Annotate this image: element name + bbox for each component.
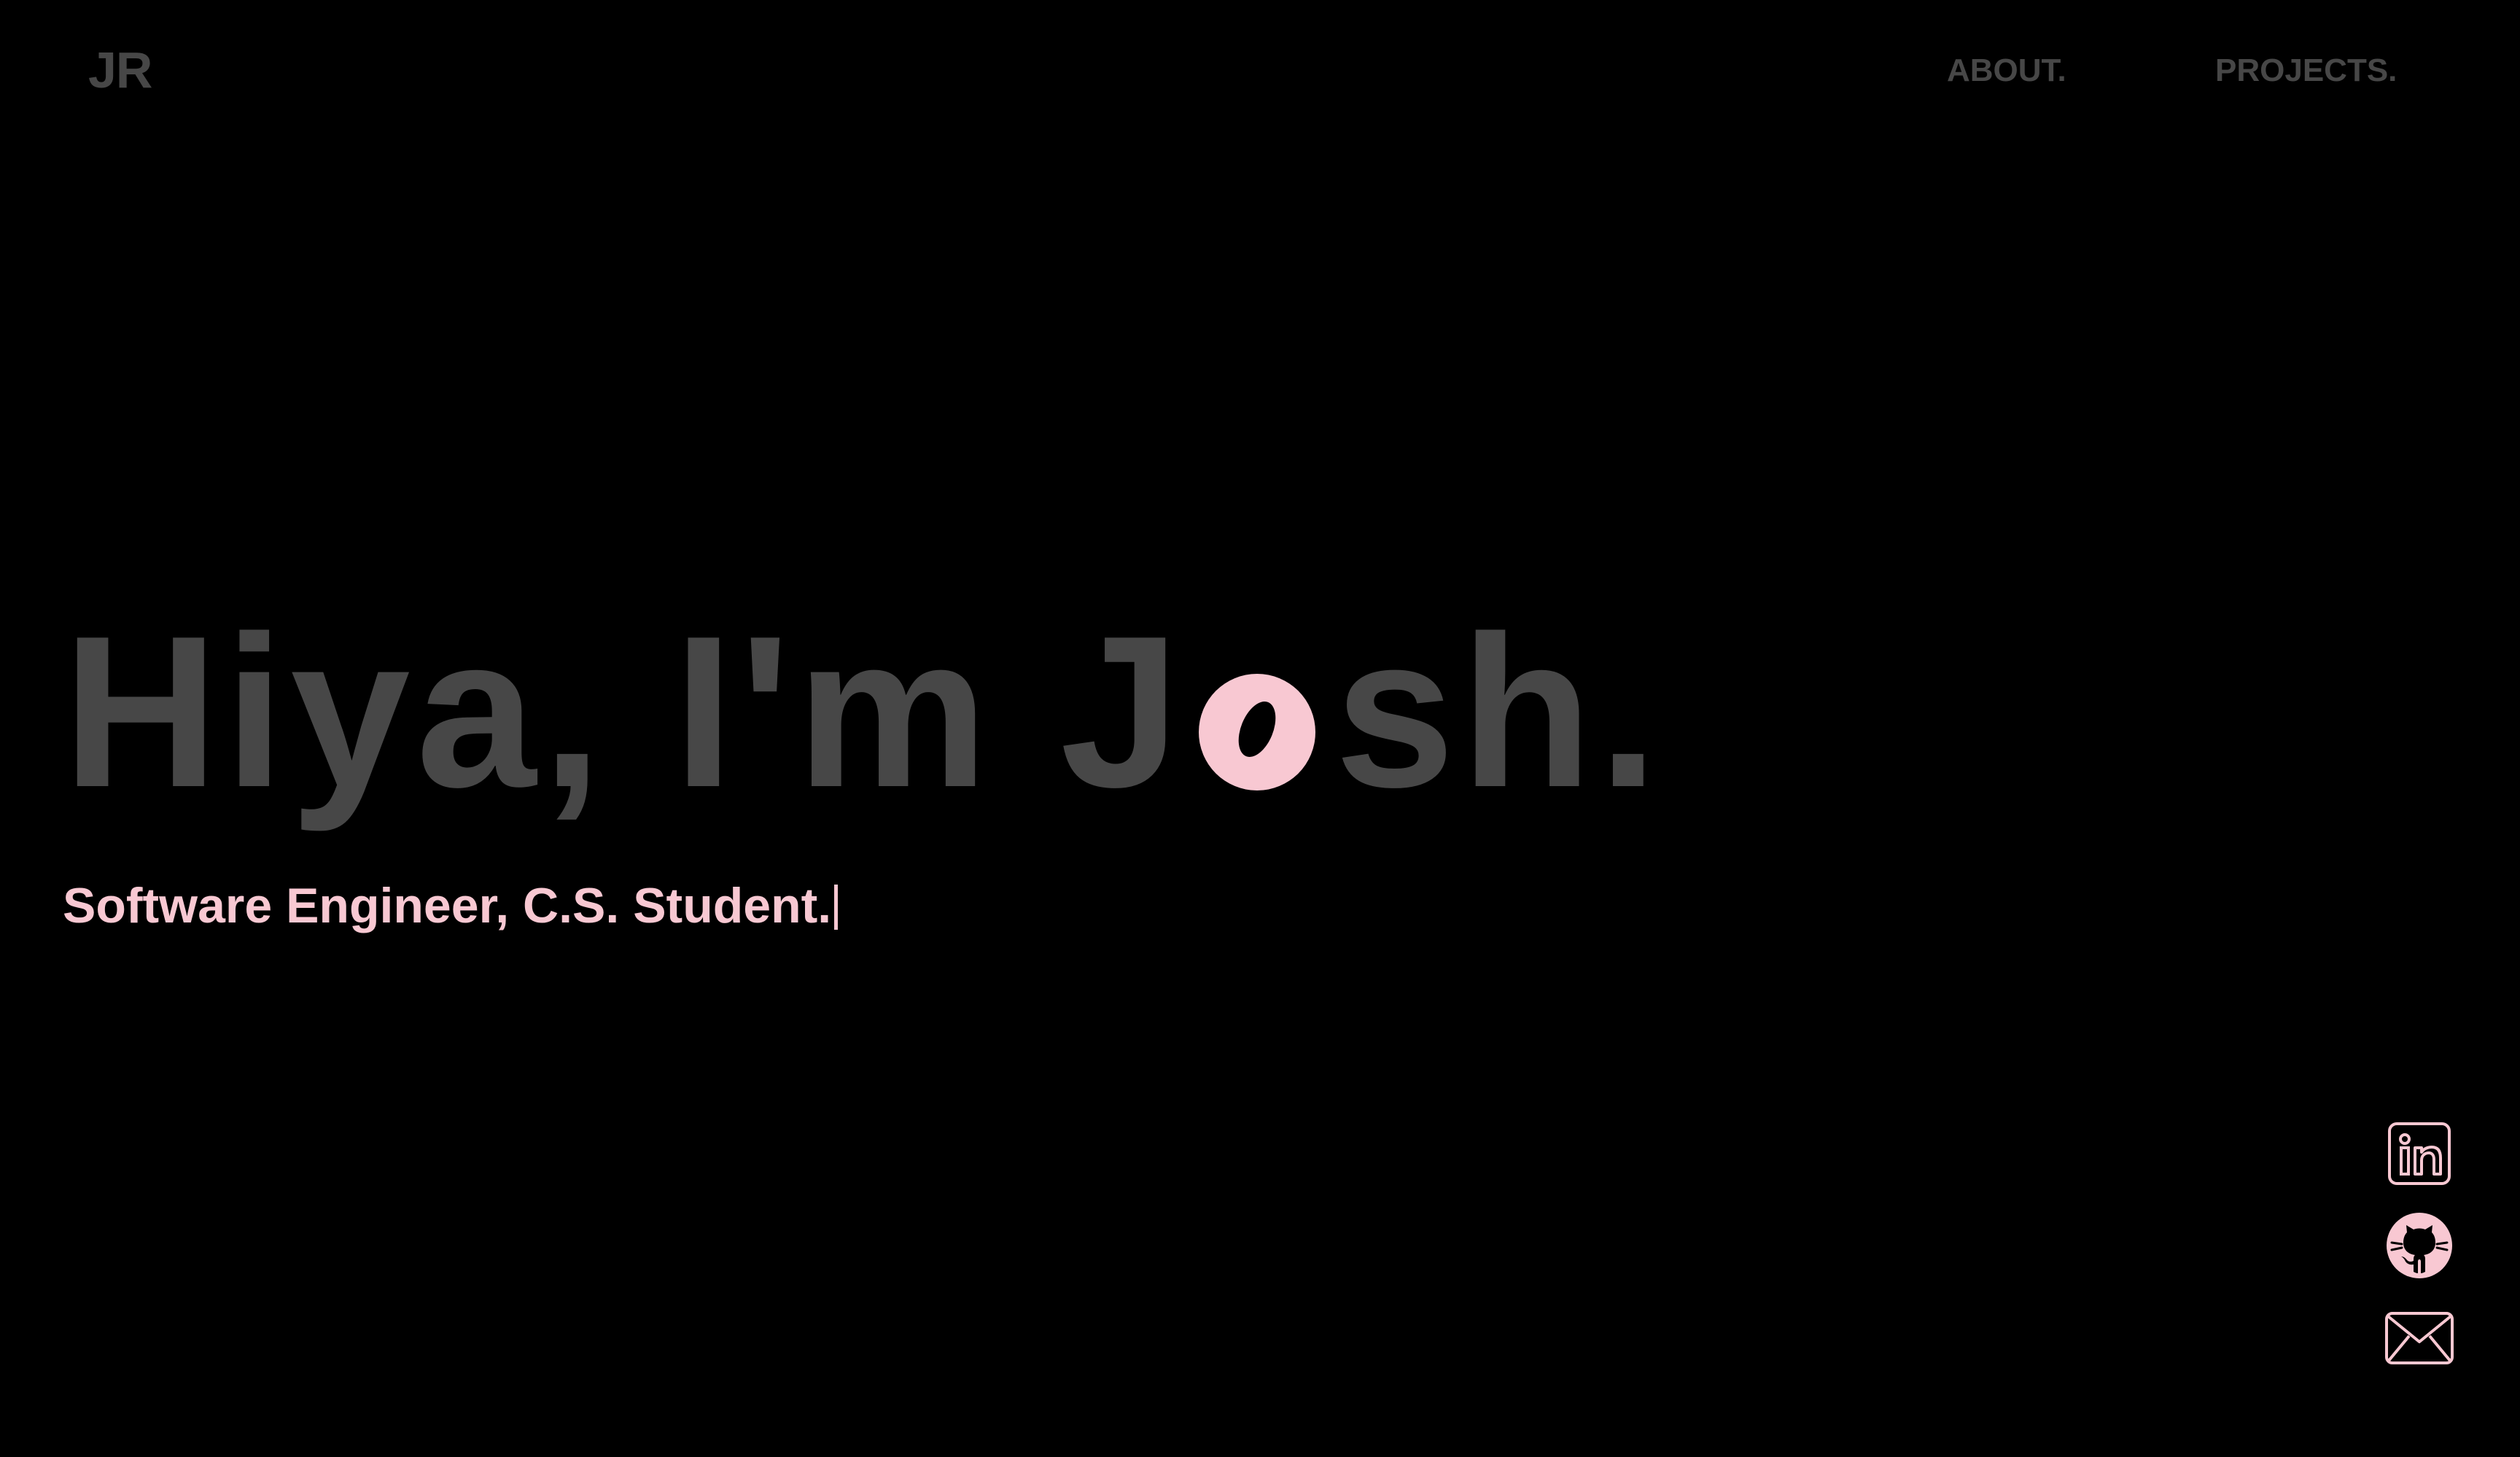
hero-subtitle: Software Engineer, C.S. Student. <box>63 877 839 934</box>
linkedin-link[interactable] <box>2384 1122 2454 1186</box>
github-icon <box>2387 1213 2452 1278</box>
linkedin-icon <box>2388 1122 2451 1185</box>
hero-title: Hiya, I'm J sh. <box>63 604 1664 820</box>
logo-home-link[interactable]: JR <box>88 41 152 99</box>
mail-icon <box>2385 1312 2454 1364</box>
email-link[interactable] <box>2384 1311 2454 1365</box>
github-link[interactable] <box>2384 1212 2454 1279</box>
hero-title-start: Hiya, I'm J <box>63 591 1186 832</box>
page: JR ABOUT. PROJECTS. Hiya, I'm J sh. Soft… <box>0 0 2520 1457</box>
nav-projects-link[interactable]: PROJECTS. <box>2215 53 2397 89</box>
typing-cursor <box>834 885 839 930</box>
nav-about-link[interactable]: ABOUT. <box>1947 53 2066 89</box>
subtitle-text: Software Engineer, C.S. Student. <box>63 878 832 933</box>
pink-o-blob-icon <box>1197 667 1317 790</box>
hero-title-end: sh. <box>1334 591 1665 832</box>
